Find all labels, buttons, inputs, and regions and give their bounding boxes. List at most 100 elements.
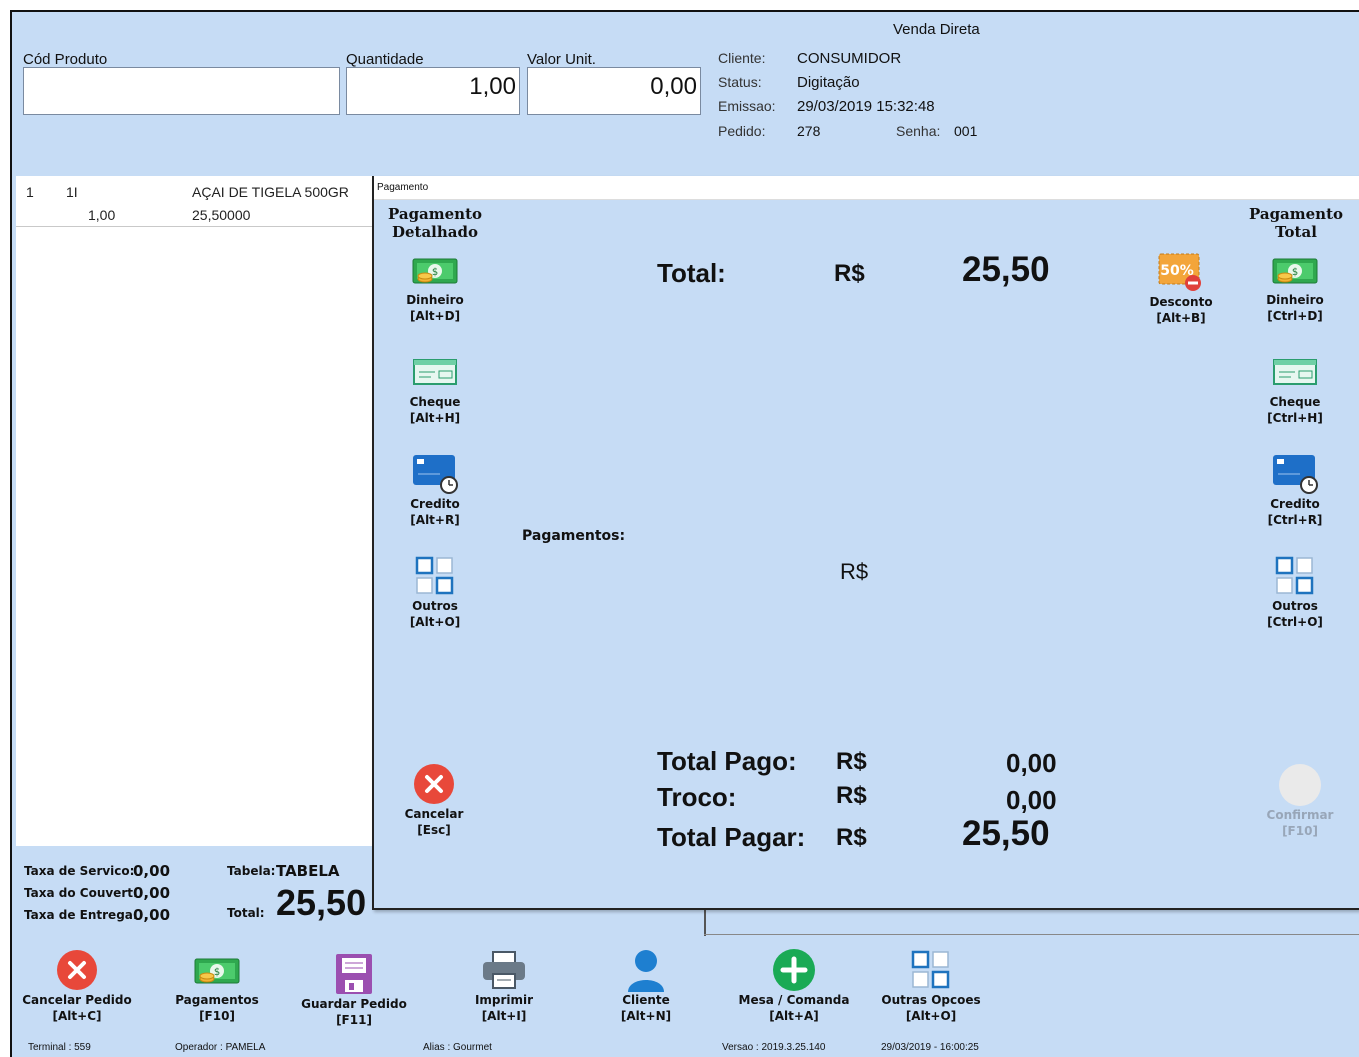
mesa-comanda-key: [Alt+A]	[769, 1009, 819, 1023]
cancelar-button[interactable]: Cancelar [Esc]	[389, 762, 479, 838]
pagamento-detalhado-title: Pagamento Detalhado	[387, 205, 483, 241]
guardar-pedido-button[interactable]: Guardar Pedido [F11]	[294, 952, 414, 1028]
svg-text:$: $	[214, 967, 220, 978]
outros-total-label: Outros	[1272, 599, 1318, 613]
cancelar-pedido-key: [Alt+C]	[52, 1009, 102, 1023]
pedido-label: Pedido:	[718, 123, 766, 139]
printer-icon	[483, 951, 525, 989]
cheque-detalhado-button[interactable]: Cheque [Alt+H]	[390, 350, 480, 426]
total-value: 25,50	[962, 250, 1050, 289]
taxa-servico-value: 0,00	[133, 862, 171, 880]
outros-detalhado-label: Outros	[412, 599, 458, 613]
total-currency: R$	[834, 260, 865, 287]
grid-icon	[911, 950, 950, 989]
cliente-value: CONSUMIDOR	[797, 50, 902, 67]
dialog-title: Pagamento	[377, 182, 429, 193]
pagamentos-button-key: [F10]	[199, 1009, 235, 1023]
cancelar-key: [Esc]	[417, 823, 451, 837]
credito-total-key: [Ctrl+R]	[1267, 513, 1323, 527]
pagamento-total-title: Pagamento Total	[1248, 205, 1344, 241]
confirm-icon	[1279, 764, 1321, 806]
confirmar-label: Confirmar	[1266, 808, 1334, 822]
dinheiro-total-key: [Ctrl+D]	[1267, 309, 1323, 323]
tabela-value: TABELA	[276, 862, 340, 880]
outras-opcoes-key: [Alt+O]	[905, 1009, 957, 1023]
status-datetime: 29/03/2019 - 16:00:25	[881, 1042, 979, 1053]
confirmar-key: [F10]	[1282, 824, 1318, 838]
summary-total-value: 25,50	[276, 882, 367, 923]
grid-icon	[415, 556, 454, 595]
quantidade-value: 1,00	[469, 73, 516, 100]
cheque-total-button[interactable]: Cheque [Ctrl+H]	[1250, 350, 1340, 426]
cash-icon: $	[1272, 258, 1318, 284]
credito-detalhado-button[interactable]: Credito [Alt+R]	[390, 452, 480, 528]
troco-value: 0,00	[1006, 785, 1057, 815]
cliente-key: [Alt+N]	[620, 1009, 672, 1023]
cheque-detalhado-label: Cheque	[409, 395, 461, 409]
guardar-pedido-key: [F11]	[336, 1013, 372, 1027]
cancelar-pedido-button[interactable]: Cancelar Pedido [Alt+C]	[17, 948, 137, 1024]
cancelar-label: Cancelar	[404, 807, 464, 821]
cod-produto-input[interactable]	[23, 67, 340, 115]
list-item[interactable]: 1 1I AÇAI DE TIGELA 500GR 1,00 25,50000	[16, 176, 376, 227]
cancel-icon	[414, 764, 454, 804]
mesa-comanda-button[interactable]: Mesa / Comanda [Alt+A]	[734, 948, 854, 1024]
outros-total-key: [Ctrl+O]	[1267, 615, 1323, 629]
credit-card-icon	[1273, 455, 1318, 494]
check-icon	[1273, 359, 1317, 385]
pagamentos-button-label: Pagamentos	[175, 993, 259, 1007]
valor-unit-input[interactable]: 0,00	[527, 67, 701, 115]
total-pago-currency: R$	[836, 748, 867, 775]
grid-icon	[1275, 556, 1314, 595]
guardar-pedido-label: Guardar Pedido	[301, 997, 407, 1011]
credito-total-label: Credito	[1270, 497, 1320, 511]
total-pago-label: Total Pago:	[657, 746, 797, 776]
valor-unit-label: Valor Unit.	[527, 51, 596, 68]
check-icon	[413, 359, 457, 385]
panel-divider-h	[704, 934, 1359, 935]
imprimir-button[interactable]: Imprimir [Alt+I]	[444, 948, 564, 1024]
pagamentos-label: Pagamentos:	[522, 528, 626, 544]
summary-total-label: Total:	[227, 906, 265, 920]
taxa-servico-label: Taxa de Servico:	[24, 864, 135, 878]
desconto-key: [Alt+B]	[1156, 311, 1206, 325]
cancelar-pedido-label: Cancelar Pedido	[22, 993, 132, 1007]
dinheiro-total-button[interactable]: $ Dinheiro [Ctrl+D]	[1250, 248, 1340, 324]
desconto-button[interactable]: 50% Desconto [Alt+B]	[1136, 250, 1226, 326]
taxa-couvert-label: Taxa do Couvert:	[24, 886, 138, 900]
taxa-entrega-label: Taxa de Entrega:	[24, 908, 138, 922]
troco-label: Troco:	[657, 782, 737, 812]
item-code: 1I	[66, 184, 78, 200]
outras-opcoes-button[interactable]: Outras Opcoes [Alt+O]	[871, 948, 991, 1024]
discount-icon: 50%	[1158, 253, 1201, 291]
window-title: Venda Direta	[893, 21, 980, 38]
cliente-label: Cliente	[622, 993, 670, 1007]
cash-icon: $	[412, 258, 458, 284]
imprimir-key: [Alt+I]	[481, 1009, 527, 1023]
status-value: Digitação	[797, 74, 860, 91]
user-icon	[628, 950, 664, 992]
emissao-label: Emissao:	[718, 98, 776, 114]
item-price: 25,50000	[192, 207, 251, 223]
quantidade-input[interactable]: 1,00	[346, 67, 520, 115]
total-pagar-currency: R$	[836, 824, 867, 851]
outros-total-button[interactable]: Outros [Ctrl+O]	[1250, 554, 1340, 630]
outros-detalhado-button[interactable]: Outros [Alt+O]	[390, 554, 480, 630]
pagamentos-button[interactable]: $ Pagamentos [F10]	[157, 948, 277, 1024]
dinheiro-detalhado-button[interactable]: $ Dinheiro [Alt+D]	[390, 248, 480, 324]
status-terminal: Terminal : 559	[28, 1042, 91, 1053]
svg-text:$: $	[1292, 267, 1298, 278]
svg-text:$: $	[432, 267, 438, 278]
confirmar-button[interactable]: Confirmar [F10]	[1255, 763, 1345, 839]
cheque-detalhado-key: [Alt+H]	[409, 411, 461, 425]
credito-total-button[interactable]: Credito [Ctrl+R]	[1250, 452, 1340, 528]
credit-card-icon	[413, 455, 458, 494]
cheque-total-key: [Ctrl+H]	[1267, 411, 1323, 425]
credito-detalhado-label: Credito	[410, 497, 460, 511]
dinheiro-detalhado-key: [Alt+D]	[409, 309, 461, 323]
tabela-label: Tabela:	[227, 864, 276, 878]
items-list[interactable]: 1 1I AÇAI DE TIGELA 500GR 1,00 25,50000	[16, 176, 376, 846]
save-icon	[336, 954, 372, 994]
dialog-titlebar[interactable]: Pagamento	[374, 176, 1359, 200]
cliente-button[interactable]: Cliente [Alt+N]	[586, 948, 706, 1024]
